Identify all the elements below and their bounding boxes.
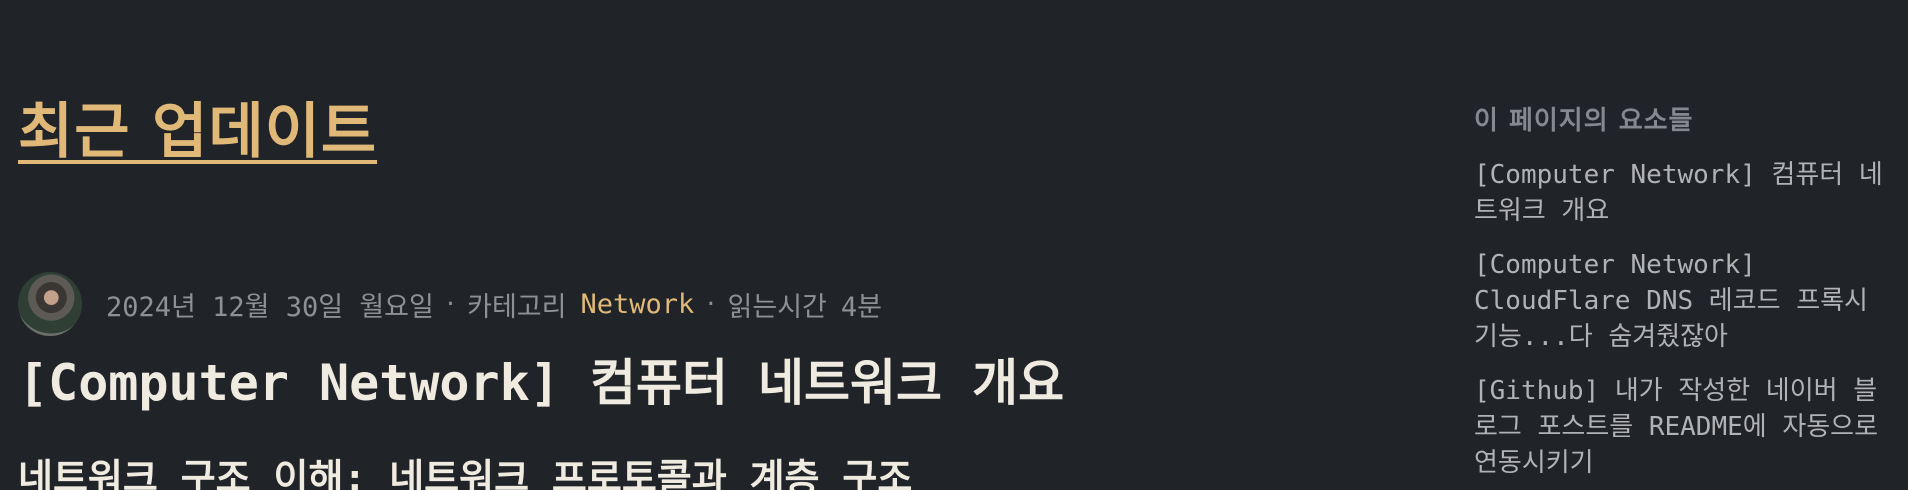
category-label: 카테고리 (467, 291, 567, 323)
post-title-link[interactable]: [Computer Network] 컴퓨터 네트워크 개요 (18, 356, 1064, 411)
toc-item[interactable]: [Github] 내가 작성한 네이버 블로그 포스트를 README에 자동으… (1474, 373, 1894, 481)
section-title-link[interactable]: 최근 업데이트 (18, 96, 377, 168)
table-of-contents: 이 페이지의 요소들 [Computer Network] 컴퓨터 네트워크 개… (1474, 100, 1894, 490)
toc-heading: 이 페이지의 요소들 (1474, 106, 1694, 136)
toc-item[interactable]: [Computer Network] 컴퓨터 네트워크 개요 (1474, 157, 1894, 229)
post-date: 2024년 12월 30일 월요일 (106, 291, 434, 323)
post-meta: 2024년 12월 30일 월요일 · 카테고리 Network · 읽는시간 … (18, 272, 882, 336)
read-time-value: 4분 (840, 291, 883, 323)
author-avatar (18, 272, 82, 336)
meta-separator: · (443, 291, 458, 317)
category-link[interactable]: Network (580, 289, 694, 320)
read-time-label: 읽는시간 (727, 291, 827, 323)
post-excerpt-heading: 네트워크 구조 이해: 네트워크 프로토콜과 계층 구조 (18, 456, 913, 490)
toc-item[interactable]: [Computer Network] CloudFlare DNS 레코드 프록… (1474, 247, 1894, 355)
meta-separator: · (704, 291, 718, 317)
page: 최근 업데이트 2024년 12월 30일 월요일 · 카테고리 Network… (0, 0, 1908, 490)
